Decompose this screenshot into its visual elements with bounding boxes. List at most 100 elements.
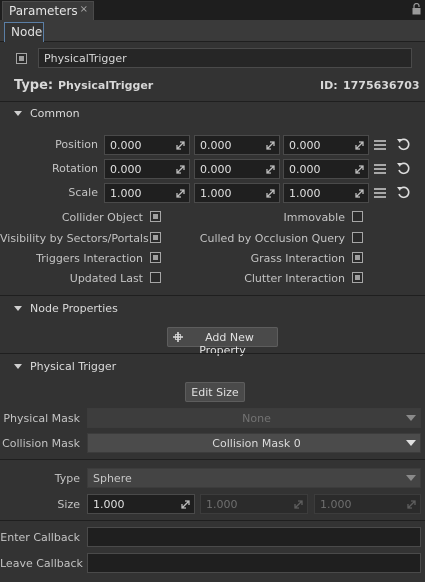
clutter-interaction-checkbox[interactable] [352, 272, 363, 283]
close-tab-icon[interactable]: × [80, 4, 88, 15]
collapse-triangle-icon[interactable] [14, 364, 22, 369]
chevron-down-icon [406, 475, 416, 481]
scale-z-field[interactable]: 1.000 [283, 183, 369, 203]
rotation-label: Rotation [51, 162, 98, 175]
node-tab-bar [0, 20, 425, 42]
plus-icon [173, 332, 183, 342]
spin-arrow-icon[interactable] [175, 140, 186, 151]
leave-callback-field[interactable] [87, 553, 421, 573]
section-divider [0, 520, 425, 521]
type-select[interactable]: Sphere [87, 468, 421, 488]
section-divider [0, 295, 425, 296]
culled-occlusion-label: Culled by Occlusion Query [199, 232, 345, 245]
position-x-value: 0.000 [110, 139, 142, 152]
node-enabled-checkbox[interactable] [16, 53, 27, 64]
section-title-node-properties: Node Properties [30, 302, 118, 315]
enter-callback-field[interactable] [87, 527, 421, 547]
spin-arrow-icon [294, 500, 303, 509]
scale-y-value: 1.000 [200, 187, 232, 200]
parameters-tab-label: Parameters [9, 4, 78, 18]
menu-icon[interactable] [373, 138, 387, 152]
leave-callback-label: Leave Callback [0, 557, 83, 570]
scale-y-field[interactable]: 1.000 [194, 183, 280, 203]
grass-interaction-checkbox[interactable] [352, 252, 363, 263]
triggers-interaction-checkbox[interactable] [150, 252, 161, 263]
id-value: 1775636703 [343, 79, 420, 92]
menu-icon[interactable] [373, 186, 387, 200]
type-select-value: Sphere [93, 472, 132, 485]
reset-icon[interactable] [396, 161, 410, 175]
position-label: Position [55, 138, 98, 151]
collision-mask-label: Collision Mask [2, 437, 80, 450]
collider-object-checkbox[interactable] [150, 211, 161, 222]
collapse-triangle-icon[interactable] [14, 111, 22, 116]
scale-label: Scale [68, 186, 98, 199]
section-divider [0, 459, 425, 460]
size-z-value: 1.000 [320, 498, 352, 511]
id-label: ID: [320, 79, 338, 92]
collision-mask-select[interactable]: Collision Mask 0 [87, 433, 421, 453]
size-label: Size [57, 498, 80, 511]
immovable-checkbox[interactable] [352, 211, 363, 222]
spin-arrow-icon[interactable] [354, 188, 365, 199]
size-y-value: 1.000 [206, 498, 238, 511]
size-z-field: 1.000 [314, 494, 421, 514]
updated-last-label: Updated Last [69, 272, 143, 285]
scale-x-value: 1.000 [110, 187, 142, 200]
physical-mask-label: Physical Mask [3, 412, 80, 425]
immovable-label: Immovable [283, 211, 345, 224]
reset-icon[interactable] [396, 137, 410, 151]
position-z-field[interactable]: 0.000 [283, 135, 369, 155]
enter-callback-label: Enter Callback [0, 531, 80, 544]
size-x-field[interactable]: 1.000 [87, 494, 195, 514]
rotation-z-field[interactable]: 0.000 [283, 159, 369, 179]
section-title-physical-trigger: Physical Trigger [30, 360, 117, 373]
edit-size-button[interactable]: Edit Size [185, 382, 245, 402]
rotation-y-value: 0.000 [200, 163, 232, 176]
scale-z-value: 1.000 [289, 187, 321, 200]
position-z-value: 0.000 [289, 139, 321, 152]
culled-occlusion-checkbox[interactable] [352, 232, 363, 243]
rotation-x-value: 0.000 [110, 163, 142, 176]
spin-arrow-icon[interactable] [175, 188, 186, 199]
collapse-triangle-icon[interactable] [14, 306, 22, 311]
section-divider [0, 101, 425, 102]
visibility-sectors-checkbox[interactable] [150, 232, 161, 243]
collider-object-label: Collider Object [61, 211, 143, 224]
physical-mask-value: None [242, 412, 271, 425]
clutter-interaction-label: Clutter Interaction [244, 272, 345, 285]
rotation-x-field[interactable]: 0.000 [104, 159, 190, 179]
reset-icon[interactable] [396, 185, 410, 199]
menu-icon[interactable] [373, 162, 387, 176]
section-title-common: Common [30, 107, 80, 120]
spin-arrow-icon[interactable] [180, 499, 191, 510]
type-field-label: Type [54, 472, 80, 485]
lock-icon[interactable] [412, 3, 421, 15]
position-y-value: 0.000 [200, 139, 232, 152]
size-x-value: 1.000 [93, 498, 125, 511]
position-y-field[interactable]: 0.000 [194, 135, 280, 155]
spin-arrow-icon[interactable] [265, 188, 276, 199]
updated-last-checkbox[interactable] [150, 272, 161, 283]
spin-arrow-icon[interactable] [265, 140, 276, 151]
physical-mask-select[interactable]: None [87, 408, 421, 428]
add-new-property-button[interactable]: Add New Property [167, 327, 278, 357]
spin-arrow-icon[interactable] [354, 164, 365, 175]
scale-x-field[interactable]: 1.000 [104, 183, 190, 203]
chevron-down-icon [406, 440, 416, 446]
triggers-interaction-label: Triggers Interaction [36, 252, 143, 265]
node-name-field[interactable]: PhysicalTrigger [38, 48, 412, 68]
position-x-field[interactable]: 0.000 [104, 135, 190, 155]
parameters-tab[interactable]: Parameters × [2, 1, 94, 20]
rotation-y-field[interactable]: 0.000 [194, 159, 280, 179]
spin-arrow-icon[interactable] [354, 140, 365, 151]
grass-interaction-label: Grass Interaction [250, 252, 345, 265]
collision-mask-value: Collision Mask 0 [212, 437, 301, 450]
tab-node[interactable]: Node [4, 22, 44, 42]
spin-arrow-icon[interactable] [175, 164, 186, 175]
spin-arrow-icon[interactable] [265, 164, 276, 175]
section-divider [0, 353, 425, 354]
size-y-field: 1.000 [200, 494, 308, 514]
visibility-sectors-label: Visibility by Sectors/Portals [0, 232, 149, 245]
chevron-down-icon [406, 415, 416, 421]
